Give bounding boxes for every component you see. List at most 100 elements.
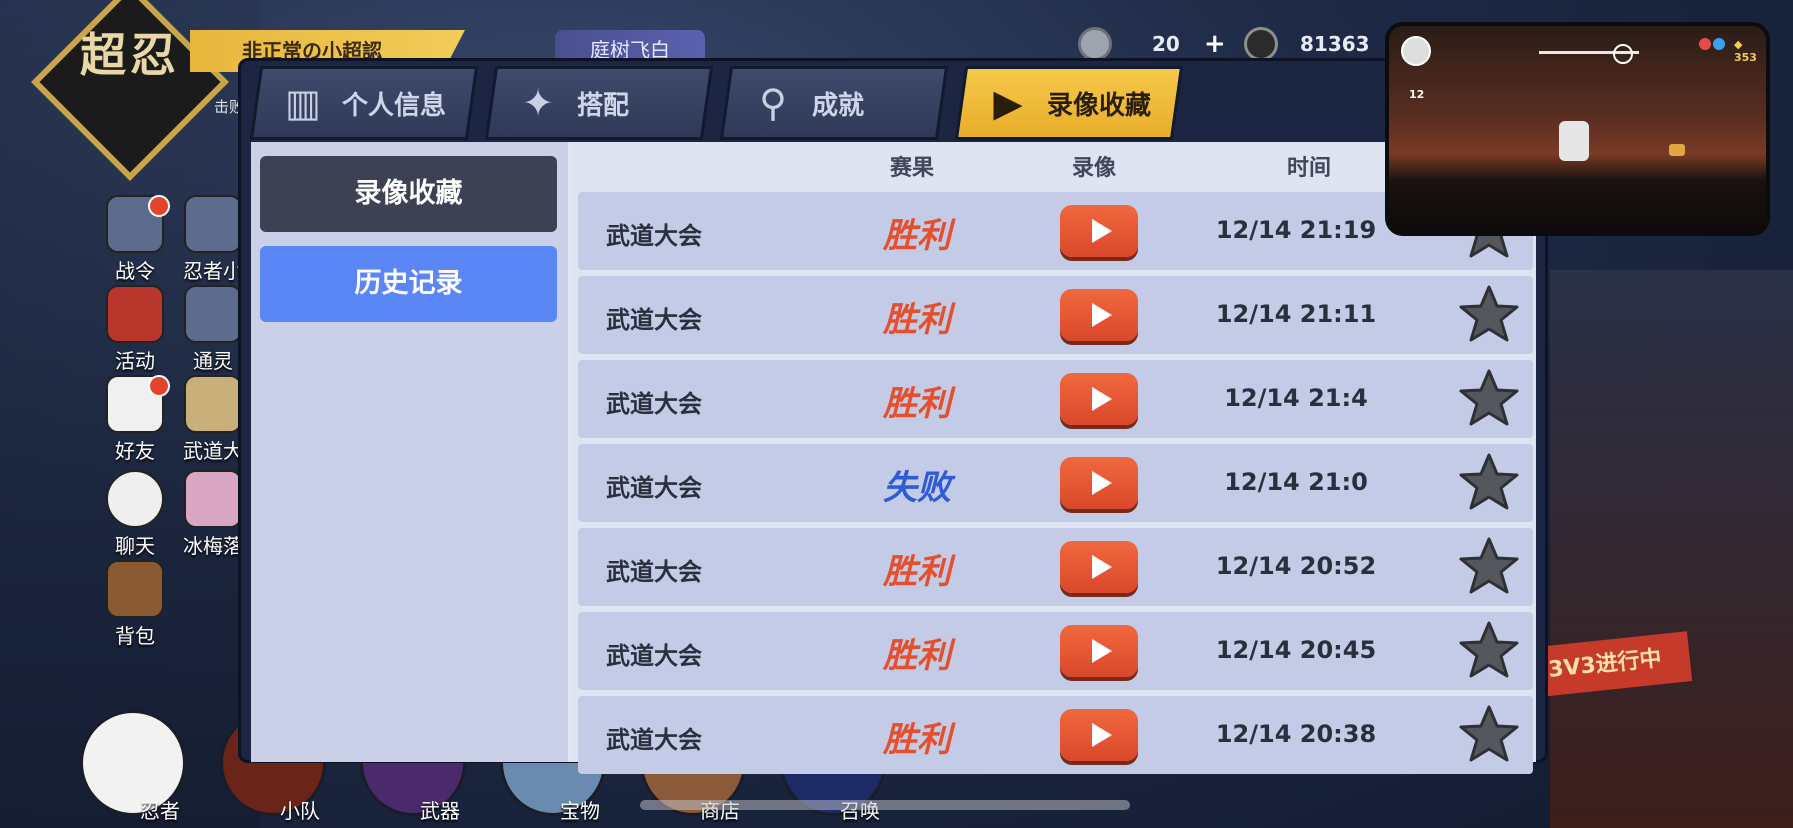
tab-replay-favorites[interactable]: ▶ 录像收藏	[954, 66, 1184, 140]
side-item-label: 活动	[115, 349, 155, 373]
lobby-right-art	[1550, 270, 1793, 828]
side-item-label: 武道大	[183, 439, 243, 463]
table-row: 武道大会 胜利 12/14 21:11	[578, 276, 1533, 354]
tab-loadout[interactable]: ✦ 搭配	[484, 66, 714, 140]
player-avatar-icon	[1401, 36, 1431, 66]
match-result: 胜利	[883, 720, 951, 760]
blossom-icon	[184, 470, 242, 528]
table-row: 武道大会 胜利 12/14 20:45	[578, 612, 1533, 690]
notification-dot	[148, 195, 170, 217]
pip-level: 12	[1409, 88, 1425, 101]
game-logo-text: 超忍	[80, 28, 180, 82]
silver-currency: 20 +	[1078, 26, 1226, 62]
add-silver-icon[interactable]: +	[1204, 29, 1226, 59]
pip-gold-value: 353	[1734, 51, 1757, 64]
tab-label: 录像收藏	[1047, 90, 1152, 121]
match-mode: 武道大会	[606, 642, 702, 670]
shuriken-icon: ✦	[522, 81, 554, 125]
side-item-label: 忍者小	[183, 259, 243, 283]
play-replay-button[interactable]	[1060, 625, 1138, 677]
match-mode: 武道大会	[606, 222, 702, 250]
play-replay-button[interactable]	[1060, 205, 1138, 257]
gold-amount: 81363	[1300, 32, 1370, 56]
spirit-icon	[184, 285, 242, 343]
header-replay: 录像	[1072, 156, 1117, 181]
notification-dot	[148, 375, 170, 397]
bottom-nav-ninja[interactable]: 忍者	[70, 700, 190, 828]
match-result: 失败	[883, 468, 951, 508]
match-time: 12/14 21:11	[1215, 300, 1377, 328]
bottom-nav-label: 宝物	[560, 799, 600, 823]
side-item-bag[interactable]: 背包	[100, 560, 170, 649]
sub-nav-history[interactable]: 历史记录	[260, 246, 557, 322]
favorite-star-icon[interactable]	[1458, 620, 1520, 682]
side-item-friends[interactable]: 好友	[100, 375, 170, 464]
play-icon	[1091, 723, 1112, 747]
tab-achievements[interactable]: ⚲ 成就	[719, 66, 949, 140]
tab-label: 搭配	[577, 90, 630, 121]
match-result: 胜利	[883, 300, 951, 340]
header-result: 赛果	[890, 156, 935, 181]
side-item-battlepass[interactable]: 战令	[100, 195, 170, 284]
chat-bubble-icon	[106, 470, 164, 528]
favorite-star-icon[interactable]	[1458, 284, 1520, 346]
sub-nav-pane	[251, 142, 568, 762]
match-time: 12/14 20:52	[1215, 552, 1377, 580]
pip-divider	[1497, 214, 1500, 217]
play-replay-button[interactable]	[1060, 541, 1138, 593]
side-item-label: 聊天	[115, 534, 155, 558]
favorite-star-icon[interactable]	[1458, 704, 1520, 766]
play-replay-button[interactable]	[1060, 709, 1138, 761]
backpack-icon	[106, 560, 164, 618]
tab-label: 成就	[812, 90, 865, 121]
match-result: 胜利	[883, 552, 951, 592]
side-item-label: 背包	[115, 624, 155, 648]
favorite-star-icon[interactable]	[1458, 452, 1520, 514]
pip-gold: ◆ 353	[1734, 38, 1757, 64]
favorite-star-icon[interactable]	[1458, 536, 1520, 598]
status-icon	[1699, 38, 1711, 50]
pip-progress-knob	[1613, 44, 1633, 64]
play-replay-button[interactable]	[1060, 289, 1138, 341]
crossed-swords-icon	[184, 375, 242, 433]
silver-coin-icon	[1078, 27, 1112, 61]
tab-personal-info[interactable]: ▥ 个人信息	[249, 66, 479, 140]
play-replay-button[interactable]	[1060, 457, 1138, 509]
side-item-events[interactable]: 活动	[100, 285, 170, 374]
play-icon: ▶	[993, 81, 1023, 125]
play-icon	[1091, 471, 1112, 495]
play-replay-button[interactable]	[1060, 373, 1138, 425]
match-mode: 武道大会	[606, 558, 702, 586]
match-mode: 武道大会	[606, 306, 702, 334]
status-icon	[1713, 38, 1725, 50]
side-item-label: 通灵	[193, 349, 233, 373]
table-row: 武道大会 胜利 12/14 21:4	[578, 360, 1533, 438]
gold-coin-icon	[1244, 27, 1278, 61]
home-indicator	[640, 800, 1130, 810]
pip-hud: ◆ 353	[1389, 26, 1766, 66]
match-time: 12/14 20:45	[1215, 636, 1377, 664]
side-item-chat[interactable]: 聊天	[100, 470, 170, 559]
pip-video[interactable]: ◆ 353 12	[1385, 22, 1770, 236]
side-item-label: 战令	[115, 259, 155, 283]
trophy-icon: ⚲	[759, 81, 787, 125]
match-result: 胜利	[883, 216, 951, 256]
bottom-nav-label: 小队	[280, 799, 320, 823]
table-row: 武道大会 胜利 12/14 20:52	[578, 528, 1533, 606]
match-time: 12/14 20:38	[1215, 720, 1377, 748]
match-mode: 武道大会	[606, 390, 702, 418]
id-card-icon: ▥	[285, 81, 321, 125]
sub-nav-favorites[interactable]: 录像收藏	[260, 156, 557, 232]
match-mode: 武道大会	[606, 726, 702, 754]
match-mode: 武道大会	[606, 474, 702, 502]
play-icon	[1091, 639, 1112, 663]
match-result: 胜利	[883, 636, 951, 676]
side-item-label: 好友	[115, 439, 155, 463]
favorite-star-icon[interactable]	[1458, 368, 1520, 430]
play-icon	[1091, 387, 1112, 411]
match-time: 12/14 21:4	[1224, 384, 1368, 412]
table-row: 武道大会 胜利 12/14 20:38	[578, 696, 1533, 774]
table-row: 武道大会 失败 12/14 21:0	[578, 444, 1533, 522]
house-icon	[184, 195, 242, 253]
play-icon	[1091, 219, 1112, 243]
